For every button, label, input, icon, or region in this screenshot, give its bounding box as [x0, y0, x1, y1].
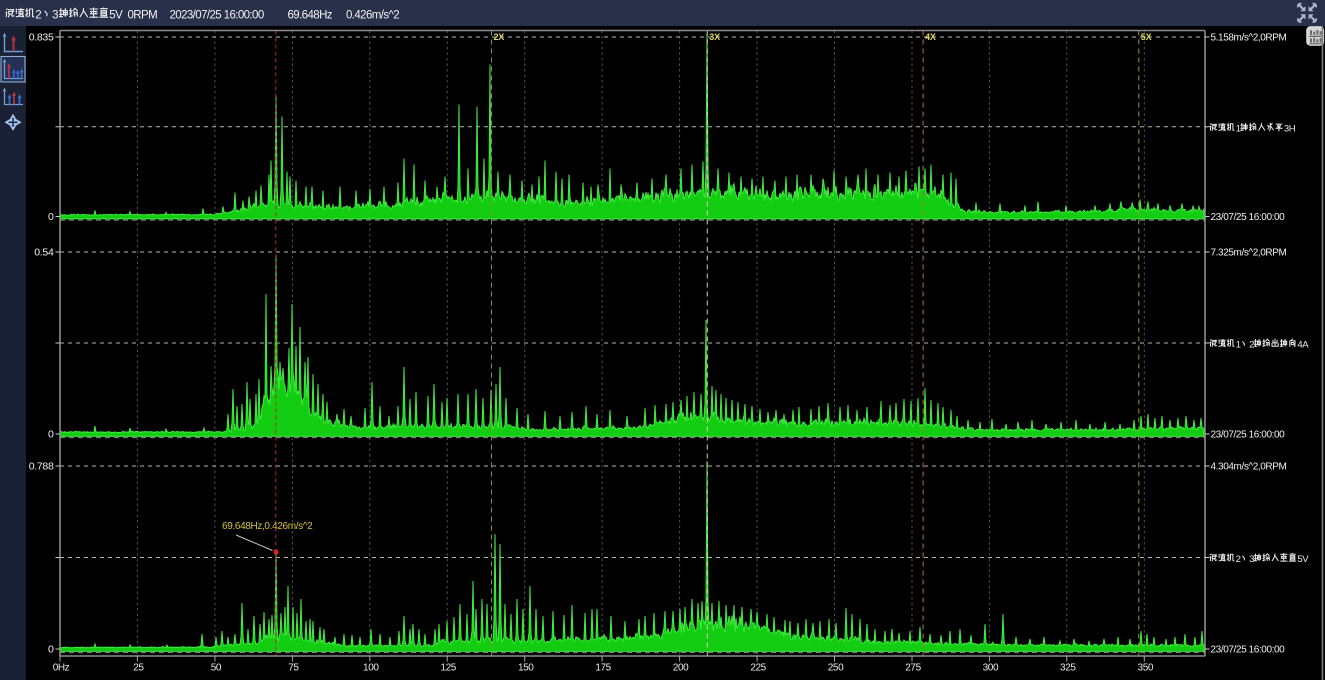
svg-text:23/07/25 16:00:00: 23/07/25 16:00:00	[1211, 212, 1286, 223]
svg-text:2: 2	[1236, 554, 1241, 565]
svg-text:0: 0	[48, 429, 54, 441]
svg-text:50: 50	[211, 663, 222, 674]
svg-text:175: 175	[595, 663, 611, 674]
svg-text:0: 0	[48, 211, 54, 223]
svg-text:H: H	[1289, 123, 1296, 134]
svg-text:350: 350	[1138, 663, 1154, 674]
svg-text:25: 25	[133, 663, 144, 674]
svg-text:3X: 3X	[709, 32, 720, 42]
svg-text:2: 2	[35, 9, 41, 21]
svg-text:0.54: 0.54	[34, 247, 54, 259]
svg-text:75: 75	[288, 663, 299, 674]
svg-text:5X: 5X	[1141, 32, 1152, 42]
svg-text:3: 3	[52, 9, 58, 21]
svg-text:0.835: 0.835	[29, 32, 54, 44]
svg-text:300: 300	[983, 663, 999, 674]
svg-text:3: 3	[1249, 554, 1254, 565]
svg-text:0.788: 0.788	[29, 461, 54, 473]
svg-text:150: 150	[518, 663, 534, 674]
svg-text:69.648Hz,0.426m/s^2: 69.648Hz,0.426m/s^2	[222, 521, 313, 532]
svg-text:0RPM: 0RPM	[128, 9, 158, 21]
svg-text:23/07/25 16:00:00: 23/07/25 16:00:00	[1211, 430, 1286, 441]
svg-text:275: 275	[905, 663, 921, 674]
svg-text:2023/07/25 16:00:00: 2023/07/25 16:00:00	[170, 9, 264, 21]
svg-text:1: 1	[1236, 339, 1241, 350]
svg-text:200: 200	[673, 663, 689, 674]
svg-text:125: 125	[440, 663, 456, 674]
svg-text:225: 225	[750, 663, 766, 674]
svg-text:5V: 5V	[109, 9, 123, 21]
svg-text:1: 1	[1236, 123, 1241, 134]
svg-text:2: 2	[1249, 339, 1254, 350]
svg-text:100: 100	[363, 663, 379, 674]
svg-text:4X: 4X	[925, 32, 936, 42]
svg-text:325: 325	[1060, 663, 1076, 674]
svg-text:2X: 2X	[494, 32, 505, 42]
svg-text:250: 250	[828, 663, 844, 674]
svg-text:69.648Hz: 69.648Hz	[288, 9, 333, 21]
svg-text:23/07/25 16:00:00: 23/07/25 16:00:00	[1211, 645, 1286, 656]
svg-text:4.304m/s^2,0RPM: 4.304m/s^2,0RPM	[1211, 462, 1287, 473]
svg-text:0: 0	[48, 644, 54, 656]
svg-text:0Hz: 0Hz	[53, 663, 70, 674]
svg-text:5.158m/s^2,0RPM: 5.158m/s^2,0RPM	[1211, 33, 1287, 44]
svg-text:7.325m/s^2,0RPM: 7.325m/s^2,0RPM	[1211, 248, 1287, 259]
svg-text:0.426m/s^2: 0.426m/s^2	[346, 9, 399, 21]
